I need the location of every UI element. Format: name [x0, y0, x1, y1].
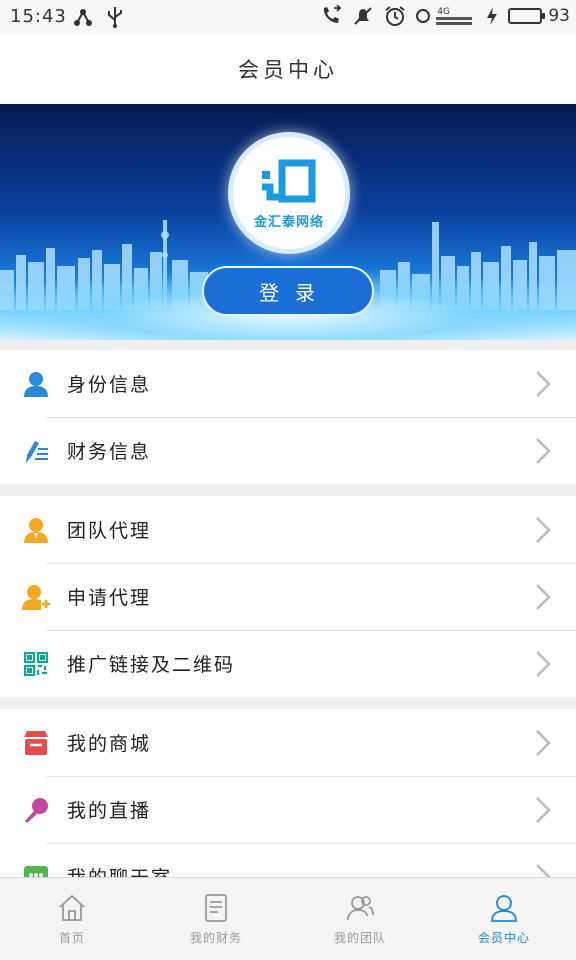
status-bar: 15:43 4G 93	[0, 0, 576, 34]
menu-item-finance-info[interactable]: 财务信息	[0, 417, 576, 484]
shop-icon	[21, 728, 51, 758]
chevron-right-icon	[536, 370, 551, 397]
menu-item-apply-agent[interactable]: 申请代理	[0, 563, 576, 630]
menu-list: 身份信息 财务信息 团队代理 申请代理 推广链接及二维码 我的商城 我的直播	[0, 350, 576, 922]
menu-item-label: 我的直播	[67, 800, 152, 822]
logo-mark-icon	[262, 159, 316, 202]
call-forward-icon	[320, 5, 342, 27]
company-logo: 金汇泰网络	[228, 132, 350, 254]
alarm-icon	[384, 5, 406, 27]
tab-label: 我的团队	[333, 930, 386, 945]
battery-percent: 93	[548, 6, 570, 26]
network-label: 4G	[437, 7, 450, 17]
logo-text: 金汇泰网络	[253, 214, 324, 230]
bottom-tab-bar: 首页 我的财务 我的团队 会员中心	[0, 877, 576, 960]
chevron-right-icon	[536, 729, 551, 756]
tab-my-finance[interactable]: 我的财务	[144, 878, 288, 960]
team-icon	[347, 895, 374, 920]
chevron-right-icon	[536, 583, 551, 610]
chevron-right-icon	[536, 650, 551, 677]
title-bar: 会员中心	[0, 34, 576, 104]
add-agent-icon	[21, 582, 51, 612]
chevron-right-icon	[536, 437, 551, 464]
member-banner: 金汇泰网络 登录	[0, 104, 576, 340]
menu-group-account: 身份信息 财务信息	[0, 350, 576, 484]
mute-icon	[352, 5, 374, 27]
menu-item-label: 财务信息	[67, 441, 152, 463]
charging-icon	[486, 5, 498, 27]
battery-indicator: 93	[508, 6, 570, 26]
chevron-right-icon	[536, 516, 551, 543]
menu-item-identity-info[interactable]: 身份信息	[0, 350, 576, 417]
menu-item-team-agent[interactable]: 团队代理	[0, 496, 576, 563]
menu-group-agent: 团队代理 申请代理 推广链接及二维码	[0, 496, 576, 697]
tab-my-team[interactable]: 我的团队	[288, 878, 432, 960]
qrcode-icon	[21, 649, 51, 679]
document-icon	[205, 893, 227, 922]
menu-item-label: 申请代理	[67, 587, 152, 609]
menu-item-my-live[interactable]: 我的直播	[0, 776, 576, 843]
microphone-icon	[21, 795, 51, 825]
menu-item-my-shop[interactable]: 我的商城	[0, 709, 576, 776]
chevron-right-icon	[536, 796, 551, 823]
pen-list-icon	[21, 436, 51, 466]
status-time: 15:43	[10, 6, 67, 27]
user-icon	[21, 369, 51, 399]
page-title: 会员中心	[238, 58, 338, 82]
usb-icon	[104, 6, 126, 28]
tab-home[interactable]: 首页	[0, 878, 144, 960]
menu-item-label: 团队代理	[67, 520, 152, 542]
member-icon	[491, 894, 517, 922]
agent-icon	[21, 515, 51, 545]
login-button[interactable]: 登录	[202, 266, 374, 316]
menu-item-promo-link-qrcode[interactable]: 推广链接及二维码	[0, 630, 576, 697]
menu-item-label: 推广链接及二维码	[67, 654, 236, 676]
tab-label: 会员中心	[477, 930, 530, 945]
tab-label: 首页	[58, 930, 85, 945]
home-icon	[59, 894, 85, 921]
menu-item-label: 身份信息	[67, 374, 152, 396]
menu-item-label: 我的商城	[67, 733, 152, 755]
tab-label: 我的财务	[189, 930, 242, 945]
battery-icon	[508, 8, 546, 24]
network-share-icon	[72, 6, 94, 28]
tab-member-center[interactable]: 会员中心	[432, 878, 576, 960]
